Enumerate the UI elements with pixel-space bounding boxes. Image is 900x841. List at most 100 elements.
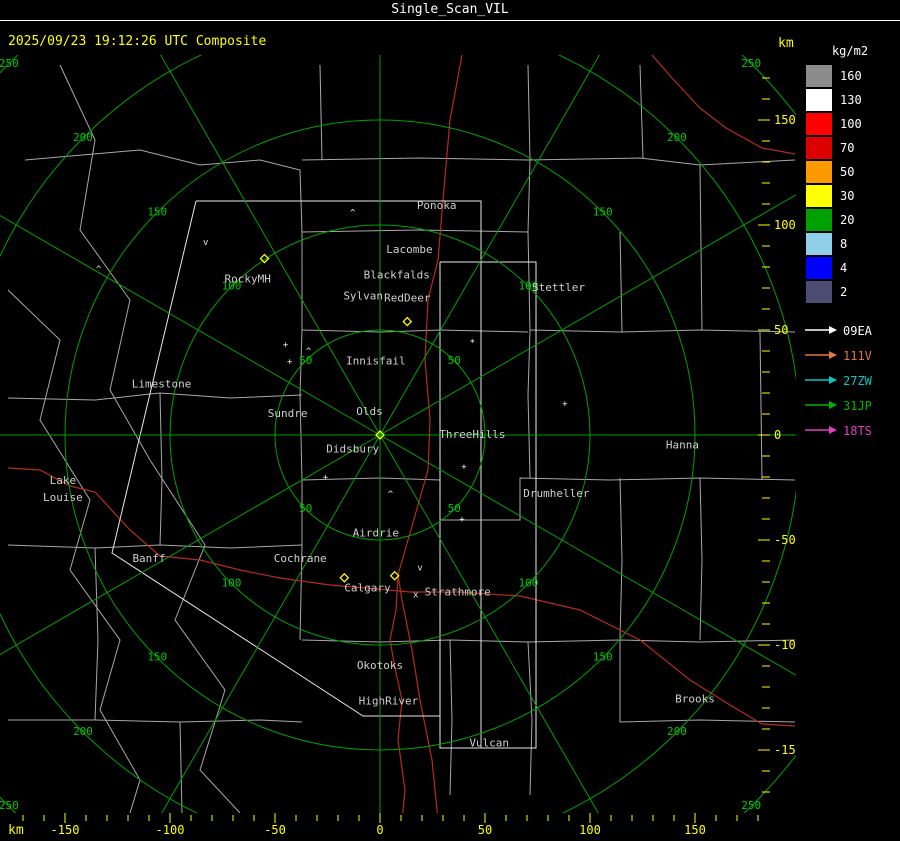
city-label: Lake <box>50 474 77 487</box>
county-boundary <box>699 164 703 331</box>
scale-swatch <box>806 257 832 279</box>
range-ring-label: 150 <box>593 205 613 218</box>
county-boundary <box>7 544 303 549</box>
azimuth-spoke <box>161 434 381 813</box>
city-label: Ponoka <box>417 199 457 212</box>
county-boundary <box>527 641 533 796</box>
city-label: Louise <box>43 491 83 504</box>
scale-value: 8 <box>840 237 848 251</box>
county-boundary <box>7 392 303 401</box>
y-axis-label: -50 <box>774 533 796 547</box>
point-marker-icon: + <box>461 463 467 473</box>
range-ring-label: 250 <box>741 799 761 812</box>
range-ring-label: 100 <box>222 576 242 589</box>
city-label: RedDeer <box>384 292 431 305</box>
city-label: Lacombe <box>386 243 432 256</box>
y-axis-label: 0 <box>774 428 781 442</box>
x-axis-label: -150 <box>51 823 80 837</box>
scale-value: 50 <box>840 165 855 179</box>
city-label: Airdrie <box>353 527 399 540</box>
scale-row: 100 <box>800 112 900 136</box>
city-label: Drumheller <box>523 487 590 500</box>
range-ring-label: 50 <box>448 502 461 515</box>
county-boundary <box>699 477 703 641</box>
scale-value: 30 <box>840 189 855 203</box>
range-ring-label: 200 <box>667 725 687 738</box>
point-marker-icon: ^ <box>306 347 312 357</box>
x-axis-label: 150 <box>684 823 706 837</box>
x-axis-label: -50 <box>264 823 286 837</box>
city-label: Brooks <box>675 693 715 706</box>
scale-row: 50 <box>800 160 900 184</box>
county-boundary <box>301 229 529 233</box>
point-marker-icon: + <box>459 515 465 525</box>
county-boundary <box>527 157 796 166</box>
scale-swatch <box>806 281 832 303</box>
y-axis-label: 150 <box>774 113 796 127</box>
range-ring-label: 200 <box>73 131 93 144</box>
x-axis-label: 50 <box>478 823 492 837</box>
city-label: RockyMH <box>225 273 271 286</box>
county-boundary <box>301 639 796 643</box>
scale-value: 100 <box>840 117 862 131</box>
point-marker-icon: * <box>470 339 475 349</box>
color-scale: 160 130 100 70 50 30 20 8 4 2 <box>800 64 900 304</box>
scale-value: 20 <box>840 213 855 227</box>
radar-legend-row: 111V <box>800 343 900 368</box>
point-marker-icon: + <box>323 473 329 483</box>
range-ring-label: 100 <box>519 576 539 589</box>
county-boundary <box>619 231 623 333</box>
range-ring-label: 50 <box>299 502 312 515</box>
scale-value: 70 <box>840 141 855 155</box>
x-axis-unit-label: km <box>8 823 24 838</box>
scale-value: 130 <box>840 93 862 107</box>
scale-swatch <box>806 185 832 207</box>
county-boundary <box>619 477 623 641</box>
azimuth-spoke <box>160 55 381 436</box>
city-label: Calgary <box>344 581 391 594</box>
city-label: Hanna <box>666 439 699 452</box>
scale-swatch <box>806 137 832 159</box>
county-boundary <box>619 640 796 723</box>
scale-row: 20 <box>800 208 900 232</box>
radar-legend-row: 27ZW <box>800 368 900 393</box>
x-axis-label: 100 <box>579 823 601 837</box>
range-ring-label: 150 <box>147 205 167 218</box>
city-label: Olds <box>356 405 383 418</box>
radar-legend-row: 18TS <box>800 418 900 443</box>
y-axis-label: 50 <box>774 323 788 337</box>
window-title: Single_Scan_VIL <box>391 2 509 17</box>
azimuth-spoke <box>379 194 796 436</box>
county-boundary <box>59 64 241 813</box>
radar-arrow-icon <box>804 346 838 365</box>
radar-id-label: 09EA <box>843 323 872 338</box>
city-label: Okotoks <box>357 659 403 672</box>
scale-row: 130 <box>800 88 900 112</box>
scale-swatch <box>806 161 832 183</box>
scale-swatch <box>806 65 832 87</box>
legend-units-label: kg/m2 <box>831 44 869 58</box>
point-marker-icon: ^ <box>350 208 356 218</box>
city-label: Sundre <box>268 407 308 420</box>
scale-value: 160 <box>840 69 862 83</box>
radar-site-diamond-icon <box>402 316 413 327</box>
range-ring-label: 200 <box>73 725 93 738</box>
range-ring-label: 200 <box>667 131 687 144</box>
county-boundary <box>759 331 763 481</box>
y-axis-unit-label: km <box>778 36 794 51</box>
radar-map: 50 100 150 200 250 50 100 150 200 250 50 100 150 200 2… <box>0 55 796 838</box>
y-axis-label: 100 <box>774 218 796 232</box>
x-axis-label: 0 <box>376 823 383 837</box>
county-boundary <box>159 392 163 546</box>
county-boundary <box>179 721 183 813</box>
city-label: Banff <box>132 552 165 565</box>
radar-legend-row: 09EA <box>800 318 900 343</box>
scale-swatch <box>806 113 832 135</box>
county-boundary <box>449 639 453 796</box>
range-ring-label: 150 <box>147 651 167 664</box>
radar-id-label: 18TS <box>843 423 872 438</box>
y-axis-label: -100 <box>774 638 796 652</box>
scale-row: 8 <box>800 232 900 256</box>
city-label: Sylvan <box>343 289 383 302</box>
city-label: Blackfalds <box>364 268 430 281</box>
